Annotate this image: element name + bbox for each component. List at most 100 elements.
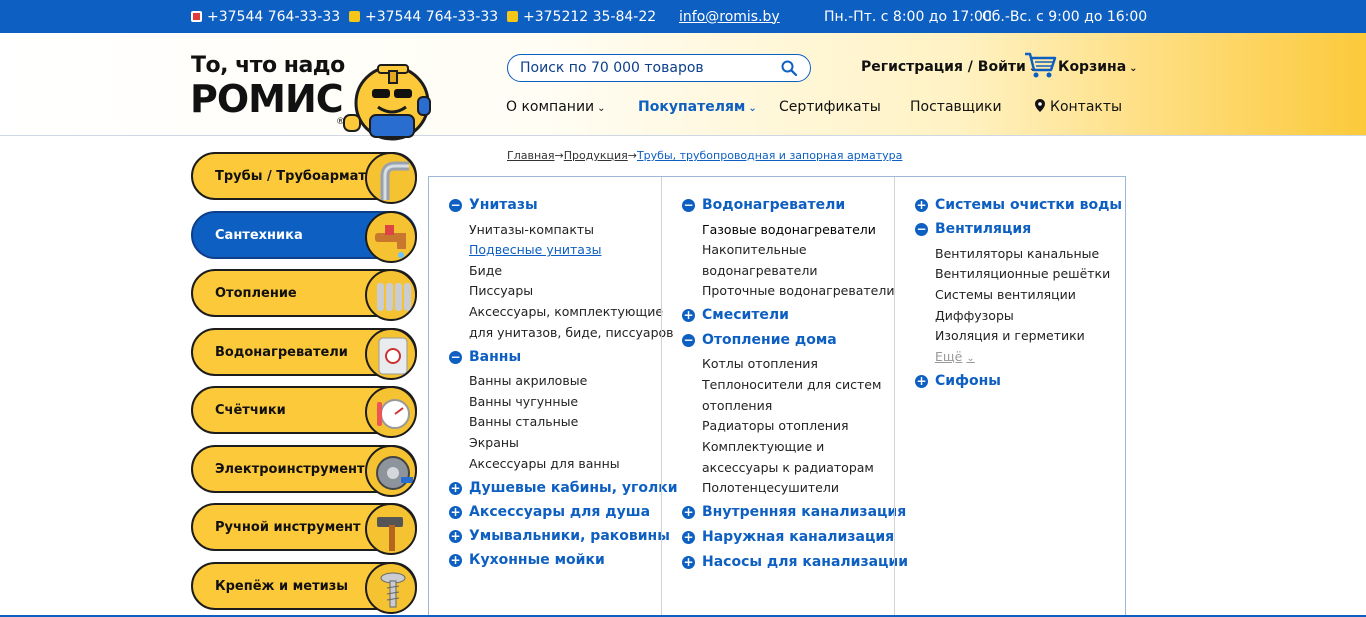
menu-group-water-heaters[interactable]: − Водонагреватели (682, 197, 845, 213)
email-link[interactable]: info@romis.by (679, 0, 780, 33)
nav-contacts[interactable]: Контакты (1035, 99, 1122, 115)
menu-item[interactable]: Системы вентиляции (935, 287, 1076, 302)
menu-item[interactable]: Вентиляторы канальные (935, 246, 1099, 261)
category-heating[interactable]: Отопление (191, 269, 417, 321)
menu-column-2: − Водонагреватели Газовые водонагреватели… (661, 177, 908, 617)
search-input[interactable] (520, 60, 780, 76)
menu-item[interactable]: Аксессуары, комплектующие (469, 304, 663, 319)
menu-group-external-sewage[interactable]: + Наружная канализация (682, 529, 894, 545)
menu-item[interactable]: Ванны стальные (469, 414, 578, 429)
menu-item[interactable]: Биде (469, 263, 502, 278)
menu-item[interactable]: Радиаторы отопления (702, 418, 849, 433)
menu-item[interactable]: аксессуары к радиаторам (702, 460, 874, 475)
menu-item[interactable]: Котлы отопления (702, 356, 818, 371)
menu-group-home-heating[interactable]: − Отопление дома (682, 332, 837, 348)
menu-group-mixers[interactable]: + Смесители (682, 307, 789, 323)
category-meters[interactable]: Счётчики (191, 386, 417, 438)
collapse-minus-icon[interactable]: − (449, 350, 462, 364)
expand-plus-icon[interactable]: + (449, 505, 462, 519)
mascot-logo-icon[interactable] (340, 59, 434, 141)
category-power-tools[interactable]: Электроинструмент (191, 445, 417, 497)
menu-item[interactable]: Проточные водонагреватели (702, 283, 894, 298)
nav-about[interactable]: О компании ⌄ (506, 99, 606, 115)
menu-item[interactable]: Экраны (469, 435, 519, 450)
cart-link[interactable]: Корзина ⌄ (1058, 59, 1138, 75)
phone-city[interactable]: +375212 35-84-22 (507, 0, 656, 33)
category-hand-tools[interactable]: Ручной инструмент (191, 503, 417, 555)
radiator-icon (365, 269, 417, 321)
expand-plus-icon[interactable]: + (682, 530, 695, 544)
menu-group-washbasins[interactable]: + Умывальники, раковины (449, 528, 670, 544)
menu-item[interactable]: Накопительные (702, 242, 807, 257)
hammer-icon (365, 503, 417, 555)
menu-group-shower-cabins[interactable]: + Душевые кабины, уголки (449, 480, 678, 496)
menu-item[interactable]: Полотенцесушители (702, 480, 839, 495)
collapse-minus-icon[interactable]: − (682, 198, 695, 212)
nav-certificates[interactable]: Сертификаты (779, 99, 881, 115)
collapse-minus-icon[interactable]: − (915, 222, 928, 236)
menu-group-shower-accessories[interactable]: + Аксессуары для душа (449, 504, 650, 520)
header: То, что надо РОМИС ® Регистрация / Войти… (0, 33, 1366, 141)
category-plumbing[interactable]: Сантехника (191, 211, 417, 263)
menu-group-sewage-pumps[interactable]: + Насосы для канализации (682, 554, 908, 570)
nav-suppliers[interactable]: Поставщики (910, 99, 1002, 115)
phone-a1[interactable]: +37544 764-33-33 (191, 0, 340, 33)
expand-plus-icon[interactable]: + (915, 374, 928, 388)
category-water-heaters[interactable]: Водонагреватели (191, 328, 417, 380)
breadcrumb-products[interactable]: Продукция (564, 149, 628, 162)
expand-plus-icon[interactable]: + (915, 198, 928, 212)
heart-icon (349, 11, 360, 22)
pipes-icon (365, 152, 417, 204)
menu-item[interactable]: Подвесные унитазы (469, 242, 601, 257)
catalog-dropdown-panel: − Унитазы Унитазы-компакты Подвесные унит… (428, 176, 1126, 617)
menu-item[interactable]: Теплоносители для систем (702, 377, 881, 392)
logo-slogan[interactable]: То, что надо (191, 53, 345, 78)
login-register-link[interactable]: Регистрация / Войти ⌄ (861, 59, 1037, 75)
menu-item[interactable]: Газовые водонагреватели (702, 222, 876, 237)
screw-icon (365, 562, 417, 614)
menu-group-kitchen-sinks[interactable]: + Кухонные мойки (449, 552, 605, 568)
nav-buyers[interactable]: Покупателям ⌄ (638, 99, 757, 115)
search-icon[interactable] (780, 59, 798, 77)
expand-plus-icon[interactable]: + (449, 481, 462, 495)
menu-item[interactable]: Комплектующие и (702, 439, 824, 454)
logo-brand[interactable]: РОМИС (190, 77, 344, 121)
search-box[interactable] (507, 54, 811, 82)
expand-plus-icon[interactable]: + (682, 555, 695, 569)
menu-item[interactable]: Унитазы-компакты (469, 222, 594, 237)
gauge-icon (365, 386, 417, 438)
menu-item[interactable]: Диффузоры (935, 308, 1014, 323)
collapse-minus-icon[interactable]: − (682, 333, 695, 347)
menu-item[interactable]: Аксессуары для ванны (469, 456, 620, 471)
menu-item[interactable]: Изоляция и герметики (935, 328, 1085, 343)
menu-group-water-purification[interactable]: + Системы очистки воды (915, 197, 1122, 213)
menu-group-baths[interactable]: − Ванны (449, 349, 521, 365)
menu-item[interactable]: отопления (702, 398, 772, 413)
menu-group-toilets[interactable]: − Унитазы (449, 197, 538, 213)
menu-item[interactable]: Ванны чугунные (469, 394, 578, 409)
expand-plus-icon[interactable]: + (682, 308, 695, 322)
faucet-icon (365, 211, 417, 263)
expand-plus-icon[interactable]: + (682, 505, 695, 519)
breadcrumb-current[interactable]: Трубы, трубопроводная и запорная арматур… (637, 149, 902, 162)
menu-item[interactable]: водонагреватели (702, 263, 817, 278)
menu-item[interactable]: для унитазов, биде, писсуаров (469, 325, 674, 340)
location-pin-icon (1035, 99, 1045, 112)
menu-group-ventilation[interactable]: − Вентиляция (915, 221, 1031, 237)
menu-item[interactable]: Ванны акриловые (469, 373, 587, 388)
menu-group-internal-sewage[interactable]: + Внутренняя канализация (682, 504, 906, 520)
expand-plus-icon[interactable]: + (449, 529, 462, 543)
category-pipes[interactable]: Трубы / Трубоарматура (191, 152, 417, 204)
show-more-link[interactable]: Ещё ⌄ (935, 349, 975, 364)
collapse-minus-icon[interactable]: − (449, 198, 462, 212)
category-fasteners[interactable]: Крепёж и метизы (191, 562, 417, 614)
menu-group-siphons[interactable]: + Сифоны (915, 373, 1001, 389)
menu-column-1: − Унитазы Унитазы-компакты Подвесные унит… (429, 177, 678, 617)
breadcrumb-home[interactable]: Главная (507, 149, 555, 162)
cart-icon[interactable] (1023, 50, 1057, 80)
menu-item[interactable]: Вентиляционные решётки (935, 266, 1110, 281)
chevron-down-icon: ⌄ (966, 353, 975, 364)
expand-plus-icon[interactable]: + (449, 553, 462, 567)
phone-viber[interactable]: +37544 764-33-33 (349, 0, 498, 33)
menu-item[interactable]: Писсуары (469, 283, 533, 298)
